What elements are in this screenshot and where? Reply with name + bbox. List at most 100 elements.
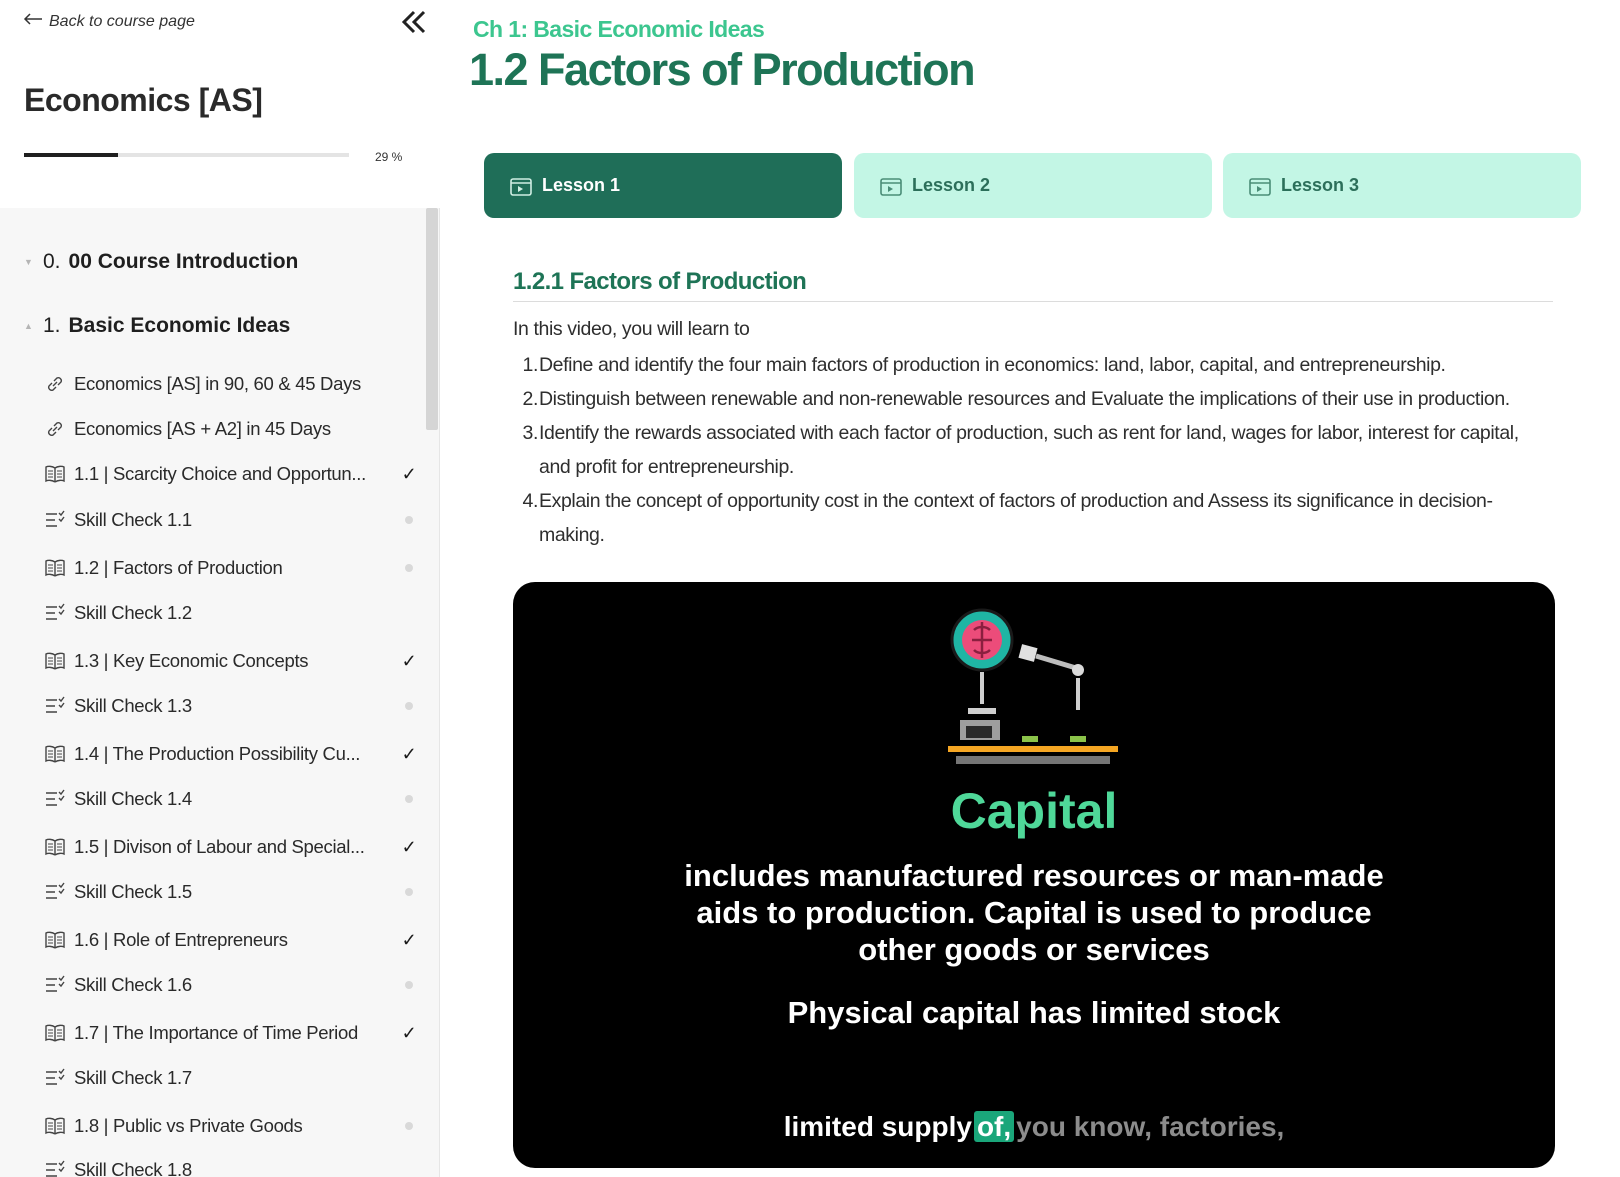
- sidebar-item-label: 1.2 | Factors of Production: [74, 557, 283, 578]
- sidebar-item-label: Skill Check 1.3: [74, 695, 192, 716]
- incomplete-dot-icon: [405, 516, 413, 524]
- objective-number: 3.: [522, 422, 539, 444]
- book-icon: [44, 836, 66, 858]
- sidebar-item[interactable]: Skill Check 1.1: [44, 504, 424, 536]
- incomplete-dot-icon: [405, 795, 413, 803]
- video-slide-body: includes manufactured resources or man-m…: [684, 858, 1384, 967]
- sidebar-item-label: 1.6 | Role of Entrepreneurs: [74, 929, 288, 950]
- checkmark-icon: ✓: [401, 929, 417, 950]
- sidebar-item-label: Skill Check 1.7: [74, 1067, 192, 1088]
- sidebar-item[interactable]: 1.3 | Key Economic Concepts ✓: [44, 645, 424, 677]
- checklist-icon: [44, 1067, 66, 1089]
- incomplete-dot-icon: [405, 888, 413, 896]
- sidebar-item[interactable]: Skill Check 1.6: [44, 969, 424, 1001]
- sidebar-item[interactable]: 1.6 | Role of Entrepreneurs ✓: [44, 924, 424, 956]
- checklist-icon: [44, 509, 66, 531]
- chapter-number: 1.: [43, 314, 61, 337]
- video-slide-heading: Capital: [950, 783, 1118, 839]
- checkmark-icon: ✓: [401, 743, 417, 764]
- objective-number: 2.: [522, 388, 539, 410]
- sidebar-item[interactable]: 1.4 | The Production Possibility Cu... ✓: [44, 738, 424, 770]
- video-icon: [880, 176, 902, 196]
- sidebar-item[interactable]: Skill Check 1.4: [44, 783, 424, 815]
- sidebar-item-label: Skill Check 1.4: [74, 788, 192, 809]
- objective-text: Identify the rewards associated with eac…: [539, 422, 1519, 478]
- robot-arm-brain-icon: [948, 608, 1118, 764]
- link-icon: [44, 418, 66, 440]
- checklist-icon: [44, 1159, 66, 1177]
- sidebar-item[interactable]: Economics [AS] in 90, 60 & 45 Days: [44, 368, 424, 400]
- sidebar-item-label: Skill Check 1.8: [74, 1159, 192, 1177]
- book-icon: [44, 557, 66, 579]
- course-progress-fill: [24, 153, 119, 157]
- incomplete-dot-icon: [405, 564, 413, 572]
- collapse-sidebar-button[interactable]: [398, 6, 430, 38]
- chapter-number: 0.: [43, 250, 61, 273]
- checkmark-icon: ✓: [401, 650, 417, 671]
- book-icon: [44, 1115, 66, 1137]
- caret-down-icon: ▼: [24, 257, 33, 267]
- sidebar-item-label: Economics [AS + A2] in 45 Days: [74, 418, 331, 439]
- video-caption: limited supply of, you know, factories,: [513, 1111, 1555, 1143]
- checklist-icon: [44, 695, 66, 717]
- sidebar-item[interactable]: Skill Check 1.2: [44, 597, 424, 629]
- book-icon: [44, 463, 66, 485]
- sidebar-item-label: 1.5 | Divison of Labour and Special...: [74, 836, 365, 857]
- course-progress-label: 29 %: [375, 150, 403, 164]
- book-icon: [44, 743, 66, 765]
- checklist-icon: [44, 974, 66, 996]
- chapter-title: Basic Economic Ideas: [68, 314, 291, 337]
- sidebar-item[interactable]: 1.1 | Scarcity Choice and Opportun... ✓: [44, 458, 424, 490]
- sidebar-item-label: Skill Check 1.6: [74, 974, 192, 995]
- checkmark-icon: ✓: [401, 463, 417, 484]
- chapter-1-toggle[interactable]: ▲ 1. Basic Economic Ideas: [24, 314, 290, 338]
- sidebar-item-label: 1.8 | Public vs Private Goods: [74, 1115, 303, 1136]
- tab-lesson-2[interactable]: Lesson 2: [854, 153, 1212, 218]
- objective-item: 4. Explain the concept of opportunity cos…: [513, 484, 1553, 552]
- tab-lesson-1[interactable]: Lesson 1: [484, 153, 842, 218]
- objective-number: 4.: [522, 490, 539, 512]
- sidebar-item[interactable]: Skill Check 1.8: [44, 1154, 424, 1177]
- sidebar-item[interactable]: 1.5 | Divison of Labour and Special... ✓: [44, 831, 424, 863]
- sidebar-header: Back to course page Economics [AS] 29 %: [0, 0, 440, 208]
- checkmark-icon: ✓: [401, 836, 417, 857]
- sidebar-item[interactable]: 1.8 | Public vs Private Goods: [44, 1110, 424, 1142]
- sidebar-item[interactable]: 1.2 | Factors of Production: [44, 552, 424, 584]
- chapter-0-toggle[interactable]: ▼ 0. 00 Course Introduction: [24, 250, 298, 274]
- caption-current-word: of,: [973, 1111, 1015, 1142]
- tab-label: Lesson 3: [1281, 175, 1360, 195]
- tab-label: Lesson 2: [912, 175, 991, 195]
- sidebar-item[interactable]: Economics [AS + A2] in 45 Days: [44, 413, 424, 445]
- section-title: 1.2.1 Factors of Production: [513, 268, 807, 295]
- caption-upcoming-text: you know, factories,: [1016, 1111, 1285, 1142]
- learning-objectives: 1. Define and identify the four main fact…: [513, 348, 1553, 552]
- incomplete-dot-icon: [405, 702, 413, 710]
- objective-text: Explain the concept of opportunity cost …: [539, 490, 1493, 546]
- chapter-breadcrumb[interactable]: Ch 1: Basic Economic Ideas: [473, 16, 765, 43]
- course-progress-bar: [24, 153, 349, 157]
- sidebar-item[interactable]: Skill Check 1.5: [44, 876, 424, 908]
- sidebar-item[interactable]: Skill Check 1.7: [44, 1062, 424, 1094]
- book-icon: [44, 1022, 66, 1044]
- sidebar-item[interactable]: Skill Check 1.3: [44, 690, 424, 722]
- objective-item: 2. Distinguish between renewable and non-…: [513, 382, 1553, 416]
- caption-spoken-text: limited supply: [783, 1111, 972, 1142]
- tab-lesson-3[interactable]: Lesson 3: [1223, 153, 1581, 218]
- checkmark-icon: ✓: [401, 1022, 417, 1043]
- course-title: Economics [AS]: [24, 82, 263, 118]
- objective-number: 1.: [522, 354, 539, 376]
- video-icon: [510, 176, 532, 196]
- back-to-course-link[interactable]: Back to course page: [23, 12, 195, 31]
- course-sidebar: Back to course page Economics [AS] 29 % …: [0, 0, 440, 1177]
- back-to-course-label: Back to course page: [49, 12, 195, 30]
- sidebar-item[interactable]: 1.7 | The Importance of Time Period ✓: [44, 1017, 424, 1049]
- sidebar-item-label: Skill Check 1.5: [74, 881, 192, 902]
- book-icon: [44, 929, 66, 951]
- sidebar-item-label: 1.7 | The Importance of Time Period: [74, 1022, 358, 1043]
- sidebar-item-label: Skill Check 1.2: [74, 602, 192, 623]
- tab-label: Lesson 1: [542, 175, 621, 195]
- objective-text: Distinguish between renewable and non-re…: [539, 388, 1510, 410]
- lesson-content: Ch 1: Basic Economic Ideas 1.2 Factors o…: [440, 0, 1620, 1177]
- sidebar-scrollbar[interactable]: [426, 208, 438, 430]
- video-player[interactable]: Capital includes manufactured resources …: [513, 582, 1555, 1168]
